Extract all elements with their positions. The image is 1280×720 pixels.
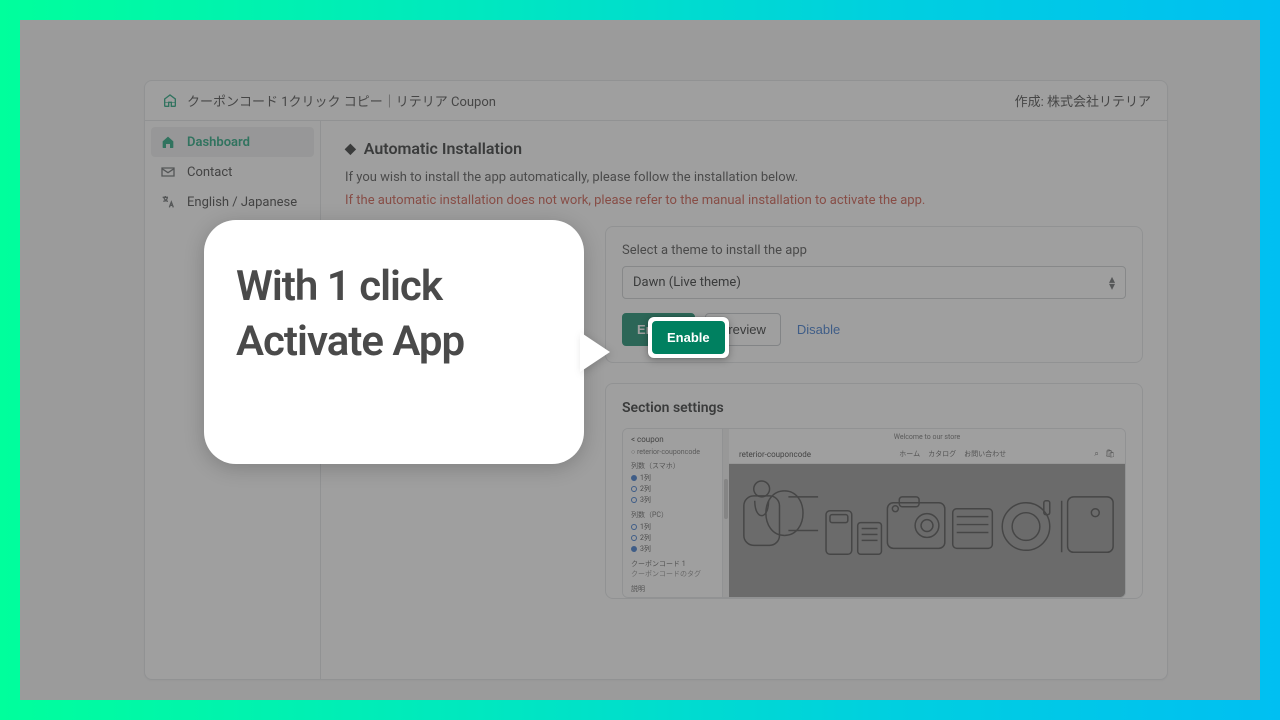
app-logo-icon (161, 92, 179, 110)
store-illustration (729, 464, 1125, 597)
mail-icon (159, 163, 177, 181)
sidebar-item-label: English / Japanese (187, 195, 297, 210)
radio-option: 3列 (631, 495, 714, 505)
section-description: If you wish to install the app automatic… (345, 170, 1143, 185)
sidebar-item-language[interactable]: English / Japanese (145, 187, 320, 217)
diamond-icon: ◆ (345, 141, 356, 157)
radio-option: 2列 (631, 533, 714, 543)
callout-bubble: With 1 click Activate App (204, 220, 584, 464)
search-icon: ⌕ (1094, 449, 1098, 459)
group-label-pc: 列数（PC） (631, 510, 714, 520)
field-label: クーポンコード 1 (631, 559, 714, 569)
section-title: ◆ Automatic Installation (345, 139, 1143, 158)
theme-select[interactable]: Dawn (Live theme) ▴▾ (622, 266, 1126, 299)
install-panel-label: Select a theme to install the app (622, 243, 1126, 258)
section-warning: If the automatic installation does not w… (345, 193, 1143, 208)
sidebar-item-label: Contact (187, 165, 232, 180)
store-header-icons: ⌕ 🛍 (1094, 449, 1115, 459)
store-menu: ホーム カタログ お問い合わせ (899, 449, 1006, 459)
radio-option: 2列 (631, 484, 714, 494)
enable-button-highlighted[interactable]: Enable (652, 321, 725, 354)
chevron-updown-icon: ▴▾ (1109, 275, 1115, 289)
callout-tail (580, 332, 610, 372)
store-brand: reterior-couponcode (739, 450, 811, 459)
note-label: 説明 (631, 584, 714, 594)
callout-line1: With 1 click (236, 260, 552, 315)
creator-label: 作成: 株式会社リテリア (1015, 91, 1151, 110)
app-titlebar: クーポンコード 1クリック コピー｜リテリア Coupon 作成: 株式会社リテ… (145, 81, 1167, 121)
radio-option: 1列 (631, 522, 714, 532)
home-icon (159, 133, 177, 151)
sidebar-item-label: Dashboard (187, 135, 250, 150)
callout-line2: Activate App (236, 315, 552, 370)
highlight-spot: Enable (648, 317, 729, 358)
theme-select-value: Dawn (Live theme) (633, 275, 741, 290)
field-placeholder: クーポンコードのタグ (631, 569, 714, 579)
back-link: < coupon (631, 435, 714, 444)
settings-small-title: ○ reterior-couponcode (631, 448, 714, 456)
radio-option: 3列 (631, 544, 714, 554)
settings-preview: < coupon ○ reterior-couponcode 列数（スマホ） 1… (622, 428, 1126, 598)
settings-sidebar: < coupon ○ reterior-couponcode 列数（スマホ） 1… (623, 429, 723, 597)
store-banner: Welcome to our store (729, 429, 1125, 445)
sidebar-item-dashboard[interactable]: Dashboard (151, 127, 314, 157)
group-label-mobile: 列数（スマホ） (631, 461, 714, 471)
sidebar-item-contact[interactable]: Contact (145, 157, 320, 187)
disable-button[interactable]: Disable (791, 314, 846, 345)
section-settings-title: Section settings (622, 400, 1126, 416)
app-title: クーポンコード 1クリック コピー｜リテリア Coupon (187, 91, 496, 110)
bag-icon: 🛍 (1105, 449, 1115, 459)
section-settings-panel: Section settings < coupon ○ reterior-cou… (605, 383, 1143, 599)
radio-option: 1列 (631, 473, 714, 483)
store-header: reterior-couponcode ホーム カタログ お問い合わせ (729, 445, 1125, 464)
language-icon (159, 193, 177, 211)
settings-preview-canvas: Welcome to our store reterior-couponcode… (729, 429, 1125, 597)
